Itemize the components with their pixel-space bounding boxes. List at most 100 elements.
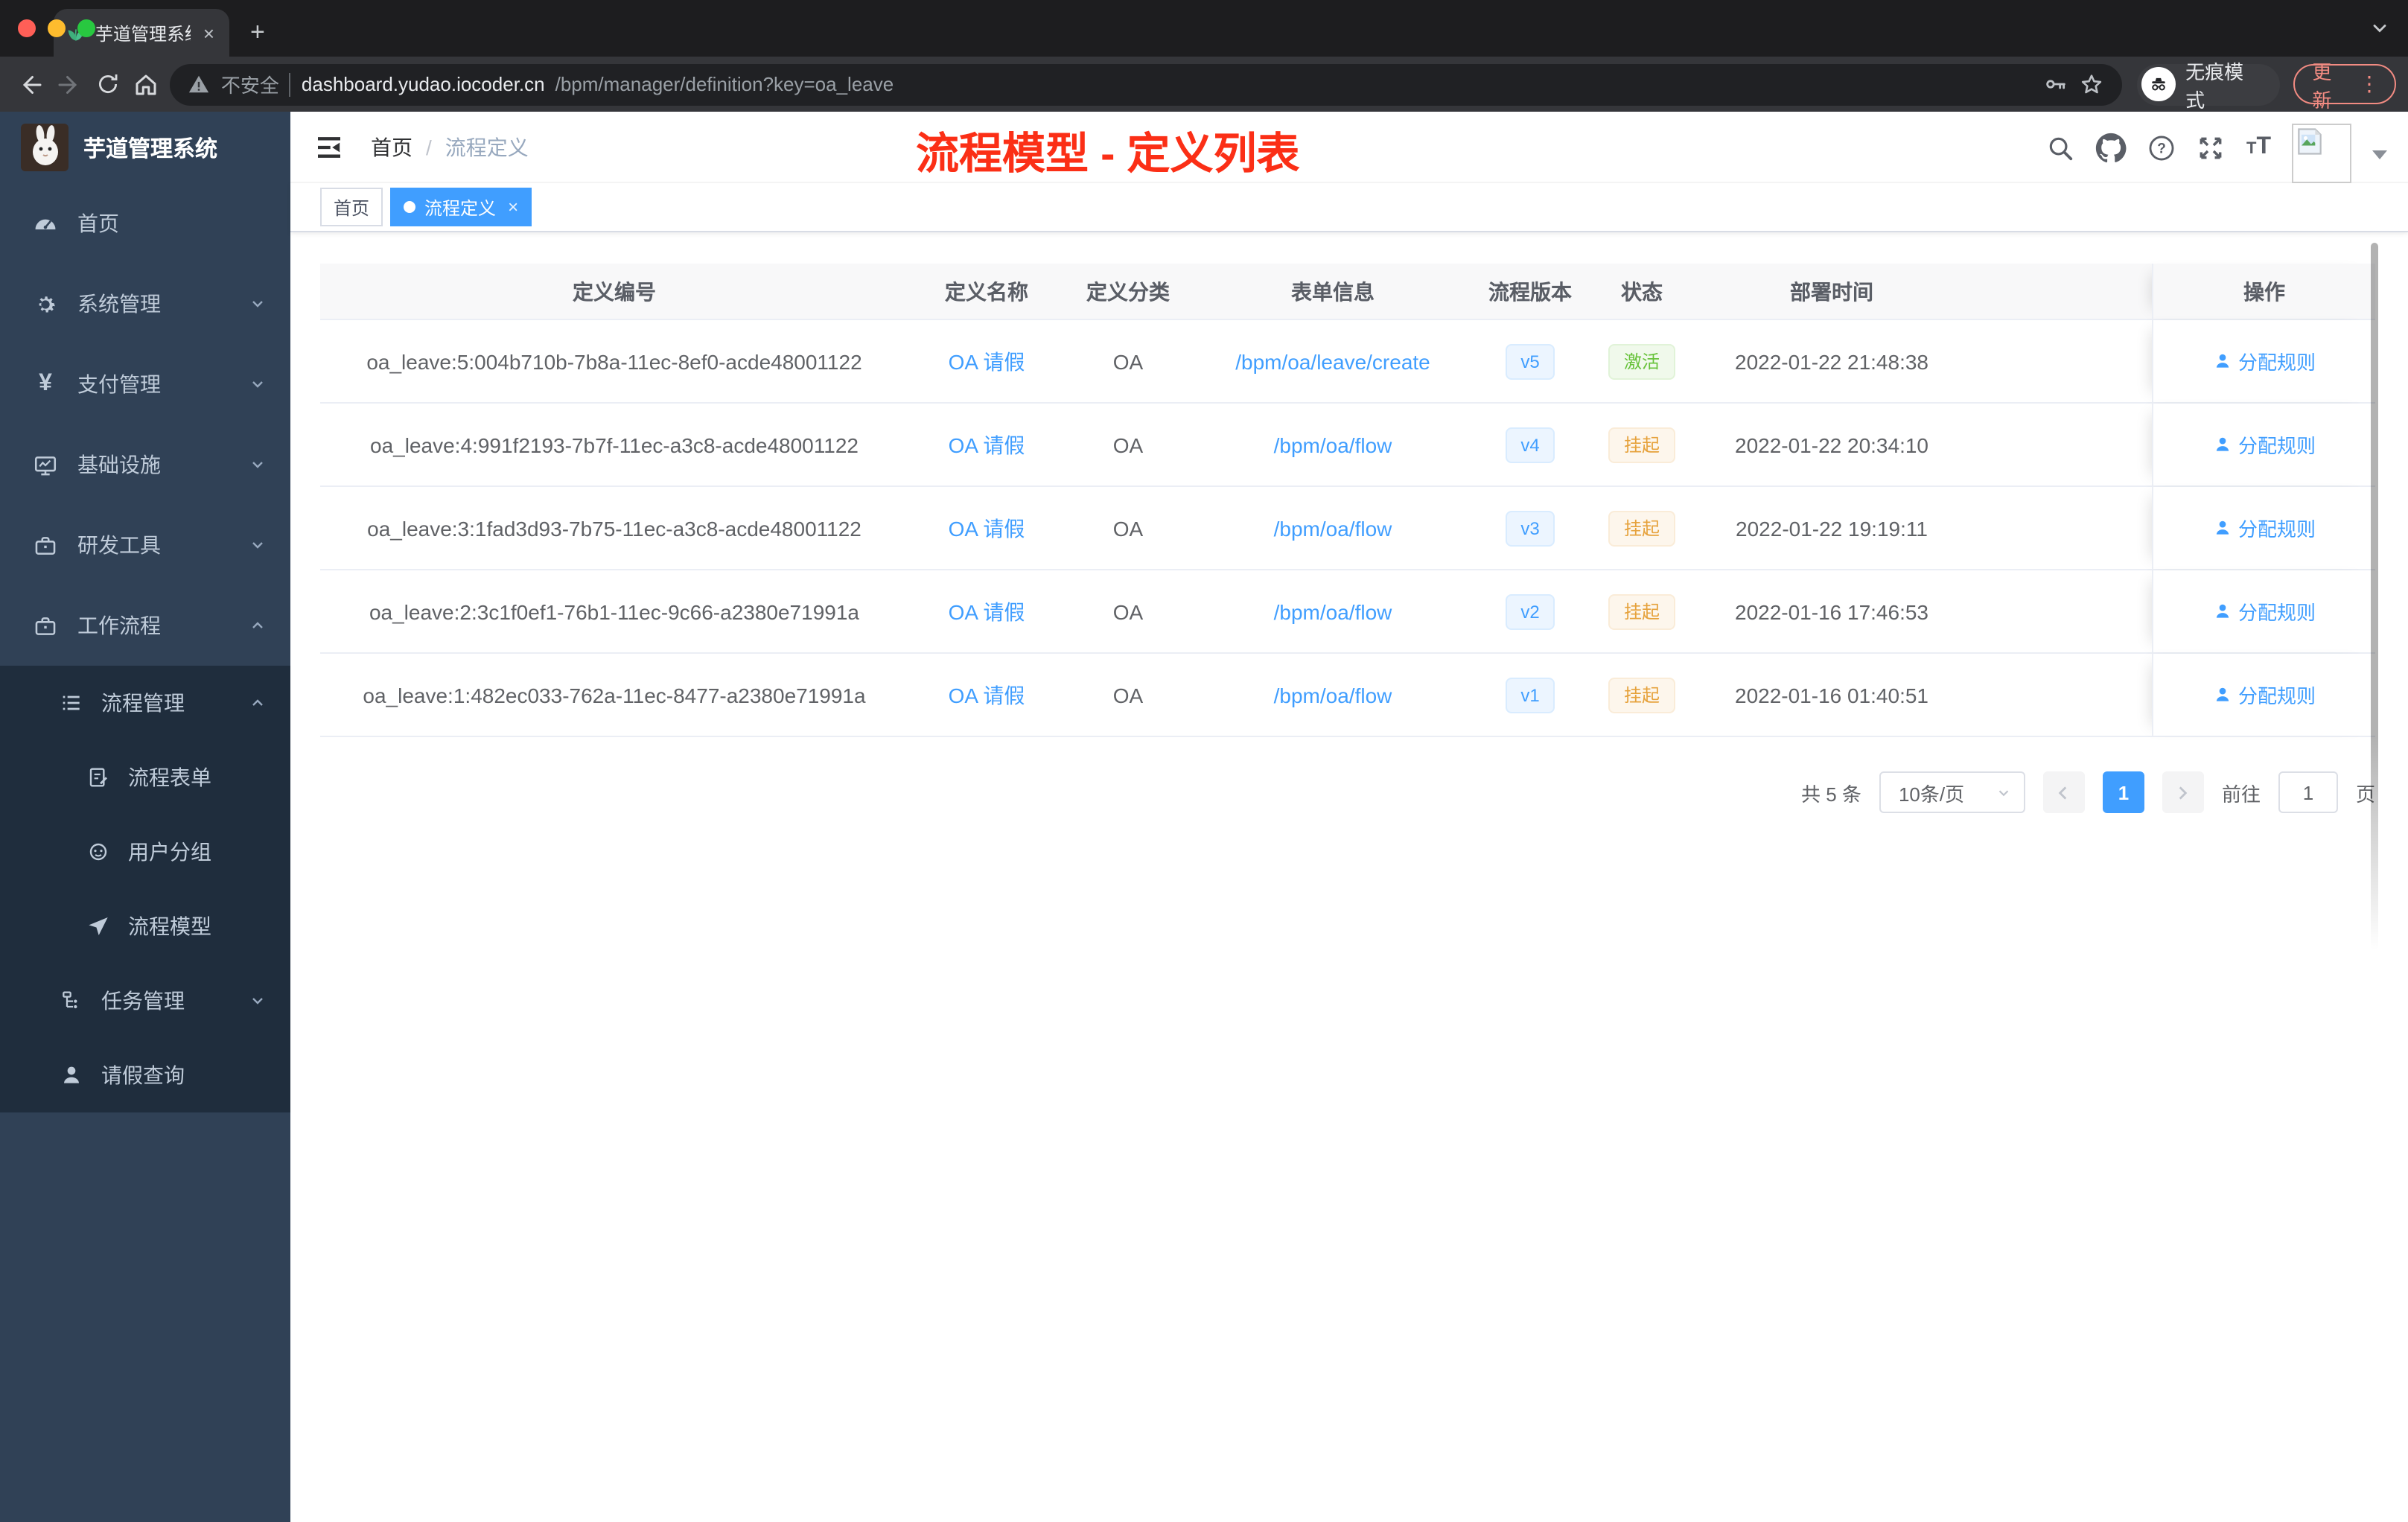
tab-search-chevron-icon[interactable]	[2369, 18, 2390, 39]
assign-rule-button[interactable]: 分配规则	[2213, 681, 2316, 709]
tag-close-icon[interactable]: ×	[508, 197, 518, 217]
incognito-label: 无痕模式	[2185, 60, 2244, 111]
sidebar-item-label: 流程表单	[128, 765, 211, 789]
breadcrumb-current: 流程定义	[445, 135, 529, 159]
avatar-caret-down-icon[interactable]	[2372, 150, 2387, 159]
url-host: dashboard.yudao.iocoder.cn	[301, 73, 545, 95]
active-dot	[404, 201, 416, 213]
breadcrumb-home[interactable]: 首页	[371, 132, 413, 162]
cell-form-link[interactable]: /bpm/oa/leave/create	[1235, 349, 1430, 373]
url-divider	[289, 72, 291, 96]
home-button[interactable]	[127, 65, 165, 104]
url-bar[interactable]: 不安全 dashboard.yudao.iocoder.cn/bpm/manag…	[170, 63, 2122, 105]
cell-category: OA	[1112, 599, 1144, 623]
forward-button[interactable]	[50, 65, 88, 104]
tag-label: 流程定义	[424, 197, 497, 218]
cell-id: oa_leave:5:004b710b-7b8a-11ec-8ef0-acde4…	[366, 349, 862, 373]
version-badge: v4	[1506, 427, 1555, 462]
cell-actions: 分配规则	[2152, 487, 2375, 569]
window-close-button[interactable]	[18, 19, 36, 37]
sidebar-item-workflow[interactable]: 工作流程	[0, 585, 290, 666]
window-minimize-button[interactable]	[48, 19, 66, 37]
search-icon[interactable]	[2047, 133, 2075, 162]
chevron-up-icon	[252, 699, 263, 706]
prev-page-button[interactable]	[2042, 771, 2085, 813]
sidebar-item-home[interactable]: 首页	[0, 183, 290, 264]
tab-title: 芋道管理系统	[95, 23, 191, 44]
cell-form-link[interactable]: /bpm/oa/flow	[1274, 683, 1392, 707]
col-header-name: 定义名称	[945, 279, 1028, 303]
sidebar-item-dev-tools[interactable]: 研发工具	[0, 505, 290, 585]
sidebar-collapse-icon[interactable]	[314, 132, 344, 162]
assign-rule-button[interactable]: 分配规则	[2213, 347, 2316, 375]
page-scrollbar[interactable]	[2371, 243, 2378, 950]
tag-process-definition[interactable]: 流程定义 ×	[390, 188, 532, 226]
assign-rule-button[interactable]: 分配规则	[2213, 514, 2316, 542]
bookmark-star-icon[interactable]	[2079, 71, 2104, 97]
tab-strip: 芋道管理系统 × +	[0, 0, 2408, 57]
chevron-down-icon	[252, 462, 263, 468]
list-icon	[63, 695, 80, 710]
tags-view: 首页 流程定义 ×	[290, 183, 2408, 232]
assign-rule-button[interactable]: 分配规则	[2213, 430, 2316, 459]
url-path: /bpm/manager/definition?key=oa_leave	[555, 73, 894, 95]
pagination: 共 5 条 10条/页 1 前往 页	[320, 771, 2375, 813]
sidebar-item-system[interactable]: 系统管理	[0, 264, 290, 344]
sidebar-item-infrastructure[interactable]: 基础设施	[0, 424, 290, 505]
goto-page-input[interactable]	[2278, 771, 2338, 813]
back-button[interactable]	[12, 65, 50, 104]
sidebar-item-user-group[interactable]: 用户分组	[0, 815, 290, 889]
cell-actions: 分配规则	[2152, 570, 2375, 652]
security-label[interactable]: 不安全	[221, 70, 279, 98]
cell-form-link[interactable]: /bpm/oa/flow	[1274, 433, 1392, 456]
col-header-status: 状态	[1621, 279, 1663, 303]
page-size-select[interactable]: 10条/页	[1879, 771, 2025, 813]
cell-actions: 分配规则	[2152, 404, 2375, 485]
cell-name-link[interactable]: OA 请假	[949, 346, 1025, 376]
person-icon	[2216, 354, 2229, 368]
sidebar-item-task-management[interactable]: 任务管理	[0, 964, 290, 1038]
chrome-update-button[interactable]: 更新 ⋮	[2293, 60, 2396, 111]
sidebar-item-payment[interactable]: ¥ 支付管理	[0, 344, 290, 424]
cell-name-link[interactable]: OA 请假	[949, 513, 1025, 543]
more-menu-icon[interactable]: ⋮	[2359, 71, 2383, 97]
tag-home[interactable]: 首页	[320, 188, 383, 226]
password-key-icon[interactable]	[2043, 71, 2068, 97]
col-header-form: 表单信息	[1291, 279, 1375, 303]
sidebar-item-process-management[interactable]: 流程管理	[0, 666, 290, 740]
assign-rule-button[interactable]: 分配规则	[2213, 597, 2316, 625]
new-tab-button[interactable]: +	[244, 18, 271, 48]
cell-name-link[interactable]: OA 请假	[949, 430, 1025, 459]
sidebar-item-label: 工作流程	[77, 614, 161, 637]
window-zoom-button[interactable]	[77, 19, 95, 37]
table-row: oa_leave:2:3c1f0ef1-76b1-11ec-9c66-a2380…	[320, 570, 2375, 654]
tab-close-icon[interactable]: ×	[200, 22, 217, 44]
sidebar-item-label: 系统管理	[77, 292, 161, 316]
fullscreen-icon[interactable]	[2197, 133, 2226, 162]
gear-icon	[39, 296, 55, 312]
reload-button[interactable]	[88, 65, 126, 104]
chevron-down-icon	[1998, 789, 2009, 796]
update-label[interactable]: 更新	[2312, 56, 2350, 112]
github-icon[interactable]	[2096, 132, 2127, 163]
font-size-icon[interactable]: TT	[2246, 134, 2271, 161]
sidebar-item-process-form[interactable]: 流程表单	[0, 740, 290, 815]
cell-name-link[interactable]: OA 请假	[949, 596, 1025, 626]
status-badge: 挂起	[1608, 677, 1675, 713]
person-icon	[2216, 520, 2229, 535]
app-title: 芋道管理系统	[83, 136, 218, 162]
next-page-button[interactable]	[2162, 771, 2204, 813]
cell-deploy-time: 2022-01-16 17:46:53	[1735, 599, 1928, 623]
current-page-button[interactable]: 1	[2102, 771, 2144, 813]
avatar[interactable]	[2292, 124, 2351, 183]
sidebar-item-leave-query[interactable]: 请假查询	[0, 1038, 290, 1112]
pagination-total: 共 5 条	[1801, 783, 1861, 805]
cell-name-link[interactable]: OA 请假	[949, 680, 1025, 710]
sidebar-item-label: 首页	[77, 211, 119, 235]
version-badge: v1	[1506, 677, 1555, 713]
cell-deploy-time: 2022-01-22 21:48:38	[1735, 349, 1928, 373]
cell-form-link[interactable]: /bpm/oa/flow	[1274, 599, 1392, 623]
help-icon[interactable]: ?	[2148, 133, 2176, 162]
cell-form-link[interactable]: /bpm/oa/flow	[1274, 516, 1392, 540]
sidebar-item-process-model[interactable]: 流程模型	[0, 889, 290, 964]
